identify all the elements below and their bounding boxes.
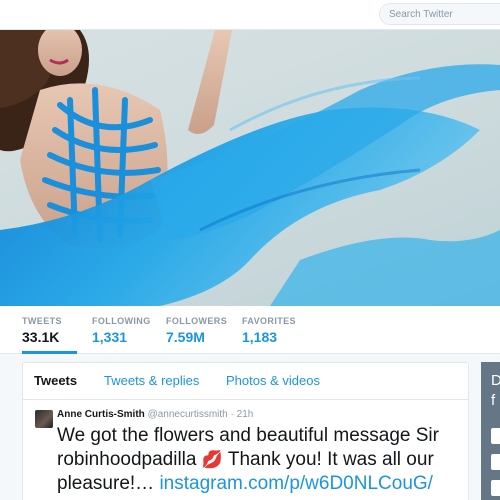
profile-header-image	[0, 30, 500, 306]
user-avatar[interactable]	[35, 410, 53, 428]
tab-tweets-and-replies[interactable]: Tweets & replies	[104, 373, 199, 388]
side-module-text: f	[491, 392, 496, 409]
search-input[interactable]: Search Twitter	[379, 3, 500, 25]
side-module-input[interactable]	[491, 428, 500, 444]
stat-label: FOLLOWING	[92, 316, 151, 326]
stat-value: 1,183	[242, 329, 278, 345]
tab-tweets[interactable]: Tweets	[34, 373, 77, 388]
stat-label: FOLLOWERS	[166, 316, 228, 326]
stat-value: 1,331	[92, 329, 128, 345]
tab-photos-and-videos[interactable]: Photos & videos	[226, 373, 320, 388]
side-module-text: D	[491, 372, 500, 389]
side-module-input[interactable]	[491, 454, 500, 470]
timeline-card: Tweets Tweets & replies Photos & videos …	[22, 362, 469, 500]
kiss-mark-icon: 💋	[201, 450, 223, 469]
tweet-header: Anne Curtis-Smith @annecurtissmith · 21h	[57, 408, 468, 420]
tweet-timestamp[interactable]: · 21h	[231, 409, 254, 420]
stat-label: TWEETS	[22, 316, 62, 326]
stat-following[interactable]: FOLLOWING 1,331	[92, 306, 154, 354]
timeline-tabs: Tweets Tweets & replies Photos & videos	[23, 363, 468, 400]
stat-tweets[interactable]: TWEETS 33.1K	[22, 306, 77, 354]
side-module-partial: D f	[481, 362, 500, 500]
stat-value: 33.1K	[22, 329, 60, 345]
stat-favorites[interactable]: FAVORITES 1,183	[242, 306, 304, 354]
stat-followers[interactable]: FOLLOWERS 7.59M	[166, 306, 228, 354]
tweet-author-handle[interactable]: @annecurtissmith	[148, 409, 228, 420]
tweet-author-name[interactable]: Anne Curtis-Smith	[57, 409, 145, 420]
profile-stats-nav: TWEETS 33.1K FOLLOWING 1,331 FOLLOWERS 7…	[0, 306, 500, 354]
tweet-link[interactable]: instagram.com/p/w6D0NLCouG/	[159, 473, 433, 494]
stat-value: 7.59M	[166, 329, 205, 345]
stat-label: FAVORITES	[242, 316, 296, 326]
tweet-text: We got the flowers and beautiful message…	[57, 424, 477, 496]
top-navigation-bar: Search Twitter	[0, 0, 500, 30]
tweet-item[interactable]: Anne Curtis-Smith @annecurtissmith · 21h…	[23, 400, 468, 496]
side-module-input[interactable]	[491, 480, 500, 496]
header-photo-art	[0, 30, 500, 306]
